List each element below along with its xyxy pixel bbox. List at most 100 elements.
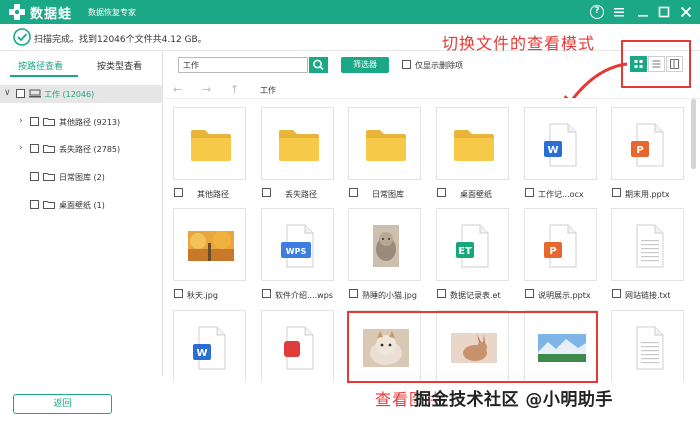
chevron-down-icon[interactable]: ∨ <box>4 88 11 98</box>
title-bar: 数据蛙 数据恢复专家 ? <box>0 0 700 24</box>
photo-highlight <box>347 311 598 383</box>
file-checkbox[interactable] <box>174 188 183 197</box>
tree-checkbox[interactable] <box>30 117 39 126</box>
image-thumbnail-icon <box>174 209 247 282</box>
file-checkbox[interactable] <box>525 289 534 298</box>
file-checkbox[interactable] <box>612 289 621 298</box>
tab-by-type[interactable]: 按类型查看 <box>97 59 142 72</box>
file-name: 网站链接.txt <box>625 291 671 300</box>
search-button[interactable] <box>309 57 328 73</box>
ppt-file-icon: P <box>612 108 685 181</box>
up-arrow-icon[interactable]: ↑ <box>230 83 239 96</box>
file-checkbox[interactable] <box>349 289 358 298</box>
tab-by-path[interactable]: 按路径查看 <box>18 59 63 72</box>
svg-text:ET: ET <box>458 246 472 257</box>
tree-item-lost-paths[interactable]: › 丢失路径 (2785) <box>0 140 163 158</box>
file-tile[interactable] <box>173 107 246 180</box>
word-file-icon: W <box>525 108 598 181</box>
file-tile[interactable] <box>348 208 421 281</box>
file-tile[interactable]: P <box>611 107 684 180</box>
image-thumbnail-icon <box>349 209 422 282</box>
view-grid-button[interactable] <box>630 56 647 72</box>
back-arrow-icon[interactable]: ← <box>173 83 182 96</box>
tree-label: 其他路径 (9213) <box>59 118 121 127</box>
minimize-icon[interactable] <box>634 3 652 21</box>
close-icon[interactable] <box>677 3 695 21</box>
file-checkbox[interactable] <box>437 289 446 298</box>
search-icon <box>313 59 324 71</box>
file-checkbox[interactable] <box>174 289 183 298</box>
chevron-right-icon[interactable]: › <box>19 116 23 126</box>
file-tile[interactable]: W <box>524 107 597 180</box>
wps-file-icon: WPS <box>262 209 335 282</box>
view-detail-button[interactable] <box>666 56 683 72</box>
app-subtitle: 数据恢复专家 <box>88 8 136 17</box>
tree-checkbox[interactable] <box>30 200 39 209</box>
folder-icon <box>43 201 55 209</box>
pdf-file-icon <box>262 311 335 382</box>
file-tile[interactable] <box>173 208 246 281</box>
file-tile[interactable]: ET <box>436 208 509 281</box>
view-list-button[interactable] <box>648 56 665 72</box>
text-file-icon <box>612 311 685 382</box>
tree-item-daily-gallery[interactable]: 日常图库 (2) <box>0 168 163 186</box>
word-file-icon: W <box>174 311 247 382</box>
folder-icon <box>43 118 55 126</box>
scan-status: 扫描完成。找到12046个文件共4.12 GB。 <box>34 35 207 45</box>
file-tile[interactable] <box>436 107 509 180</box>
chevron-right-icon[interactable]: › <box>19 143 23 153</box>
file-tile[interactable]: WPS <box>261 208 334 281</box>
file-tile[interactable]: P <box>524 208 597 281</box>
file-checkbox[interactable] <box>612 188 621 197</box>
ppt-file-icon: P <box>525 209 598 282</box>
current-path: 工作 <box>260 86 276 95</box>
file-name: 日常图库 <box>372 190 404 199</box>
file-name: 说明展示.pptx <box>538 291 591 300</box>
file-tile[interactable] <box>348 107 421 180</box>
tree-checkbox[interactable] <box>30 144 39 153</box>
detail-view-icon <box>670 59 679 69</box>
file-checkbox[interactable] <box>262 289 271 298</box>
forward-arrow-icon[interactable]: → <box>202 83 211 96</box>
maximize-icon[interactable] <box>655 3 673 21</box>
tree-item-desktop-wallpaper[interactable]: 桌面壁纸 (1) <box>0 196 163 214</box>
tree-item-other-paths[interactable]: › 其他路径 (9213) <box>0 113 163 131</box>
file-tile[interactable] <box>611 310 684 382</box>
svg-text:W: W <box>547 145 558 156</box>
tree-checkbox[interactable] <box>16 89 25 98</box>
tree-checkbox[interactable] <box>30 172 39 181</box>
folder-icon <box>43 173 55 181</box>
file-tile[interactable] <box>261 107 334 180</box>
file-name: 桌面壁纸 <box>460 190 492 199</box>
file-name: 数据记录表.et <box>450 291 501 300</box>
show-deleted-checkbox[interactable] <box>402 60 411 69</box>
back-button[interactable]: 返回 <box>13 394 112 414</box>
file-checkbox[interactable] <box>262 188 271 197</box>
folder-icon <box>437 108 510 181</box>
watermark: 掘金技术社区 @小明助手 <box>414 390 613 410</box>
folder-icon <box>349 108 422 181</box>
tree-item-work[interactable]: ∨ 工作 (12046) <box>0 85 163 103</box>
file-checkbox[interactable] <box>349 188 358 197</box>
file-checkbox[interactable] <box>525 188 534 197</box>
file-tile[interactable] <box>611 208 684 281</box>
file-tile[interactable]: W <box>173 310 246 382</box>
sidebar: 按路径查看 按类型查看 ∨ 工作 (12046) › 其他路径 (9213) ›… <box>0 51 163 376</box>
list-icon <box>652 60 661 68</box>
menu-icon[interactable] <box>610 3 628 21</box>
tree-label: 丢失路径 (2785) <box>59 145 121 154</box>
folder-icon <box>43 145 55 153</box>
file-name: 期末用.pptx <box>625 190 670 199</box>
filter-button[interactable]: 筛选器 <box>341 57 389 73</box>
grid-scrollbar[interactable] <box>691 99 696 169</box>
svg-text:W: W <box>196 348 207 359</box>
file-tile[interactable] <box>261 310 334 382</box>
file-name: 其他路径 <box>197 190 229 199</box>
help-button[interactable]: ? <box>590 5 604 19</box>
file-checkbox[interactable] <box>437 188 446 197</box>
annotation-switch-view: 切换文件的查看模式 <box>442 34 596 53</box>
svg-text:WPS: WPS <box>285 247 306 256</box>
svg-text:P: P <box>549 246 556 257</box>
search-input[interactable] <box>178 57 308 73</box>
app-name: 数据蛙 <box>30 7 73 22</box>
